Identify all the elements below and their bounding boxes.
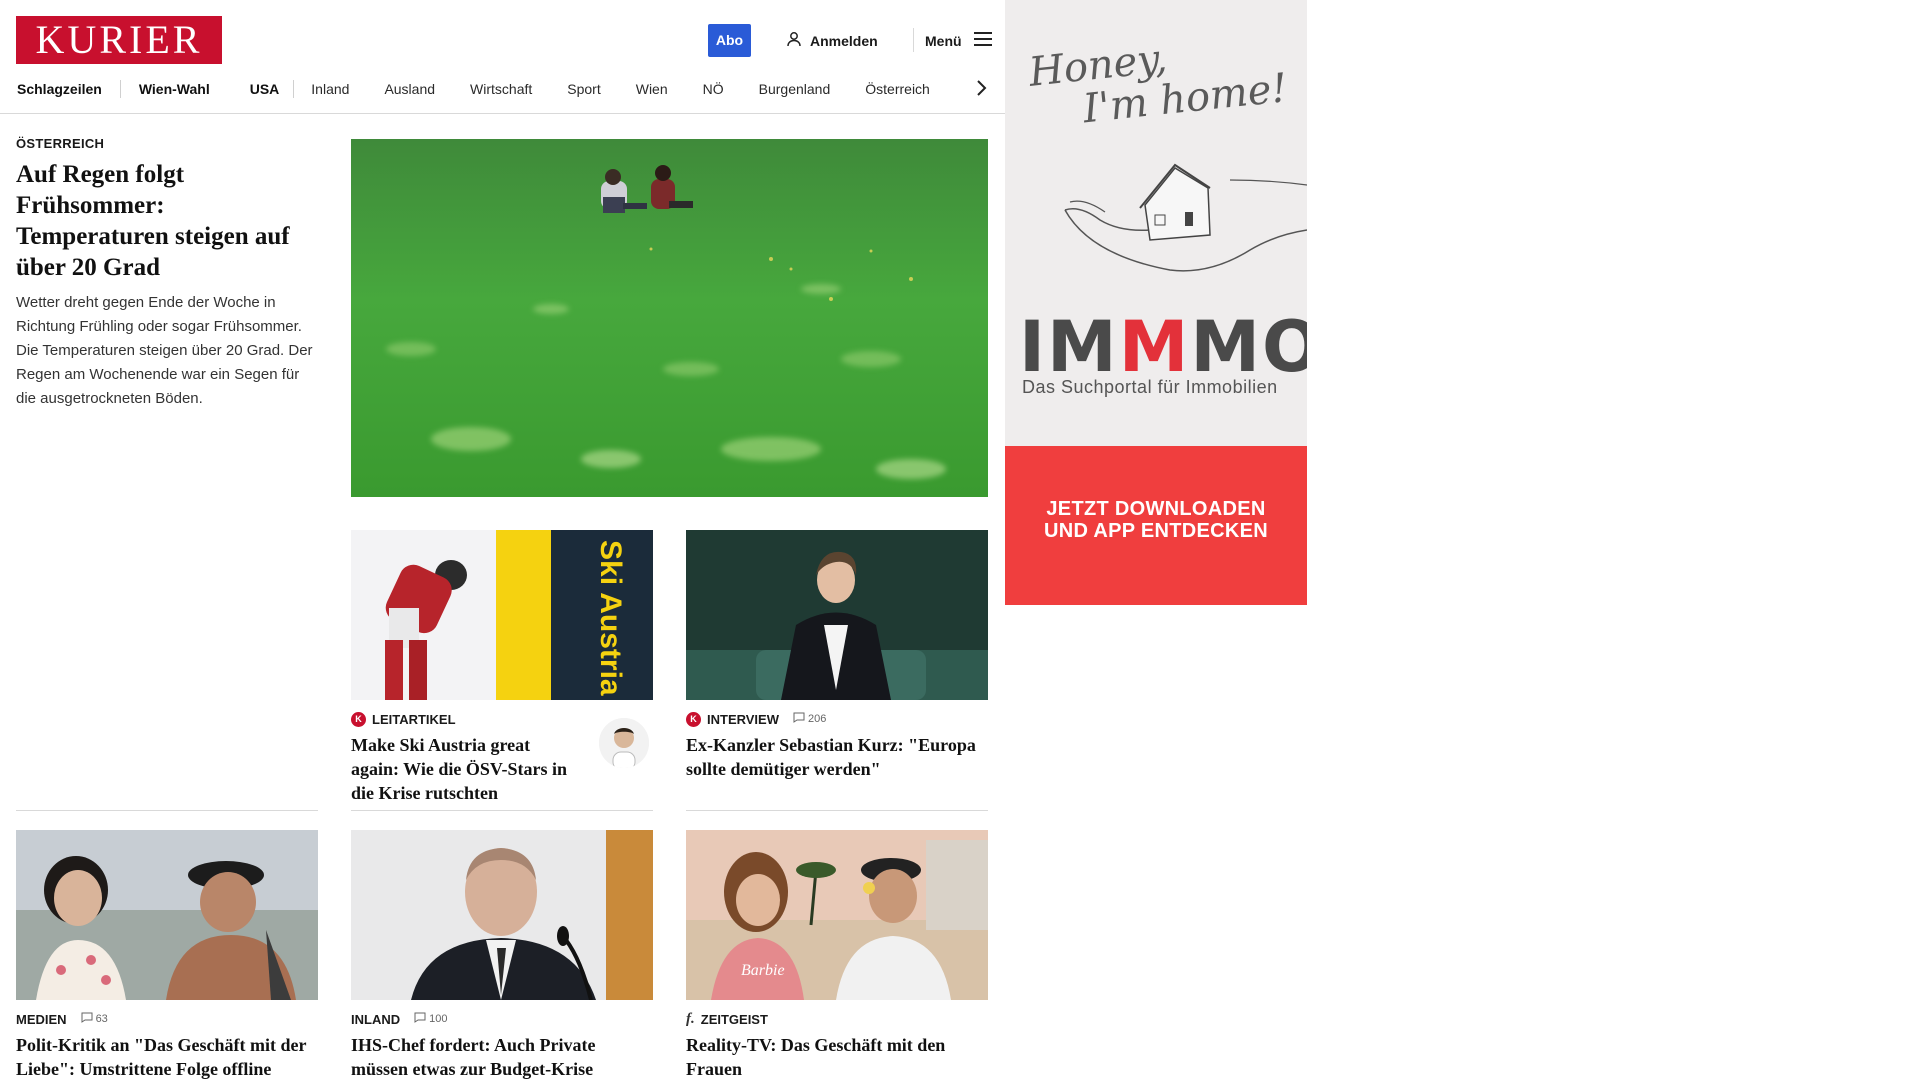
- comment-count-kurz[interactable]: 206: [793, 712, 826, 726]
- article-title-kurz[interactable]: Ex-Kanzler Sebastian Kurz: "Europa sollt…: [686, 733, 988, 781]
- nav-item-oesterreich[interactable]: Österreich: [865, 81, 930, 97]
- article-card-ski[interactable]: Ski Austria K LEITARTIKEL Make Ski Austr…: [351, 530, 653, 805]
- ad-tagline: Das Suchportal für Immobilien: [1022, 377, 1278, 397]
- ski-austria-banner-text: Ski Austria: [594, 540, 627, 696]
- nav-item-inland[interactable]: Inland: [311, 81, 349, 97]
- ad-cta-line2: UND APP ENTDECKEN: [1043, 520, 1269, 542]
- menu-button[interactable]: Menü: [925, 24, 992, 57]
- article-image-medien[interactable]: [16, 830, 318, 1000]
- lead-image[interactable]: [351, 139, 988, 497]
- article-card-ihs[interactable]: INLAND 100 IHS-Chef fordert: Auch Privat…: [351, 830, 653, 1080]
- row-divider: [351, 810, 653, 811]
- lead-article[interactable]: ÖSTERREICH Auf Regen folgt Frühsommer: T…: [16, 136, 320, 411]
- ad-download-cta[interactable]: JETZT DOWNLOADEN UND APP ENTDECKEN: [1005, 498, 1307, 542]
- article-kicker-medien: MEDIEN: [16, 1011, 67, 1027]
- ad-cta-panel[interactable]: JETZT DOWNLOADEN UND APP ENTDECKEN: [1005, 446, 1307, 605]
- nav-item-sport[interactable]: Sport: [567, 81, 600, 97]
- logo-part-accent: M: [1118, 306, 1191, 388]
- logo-part-1: IM: [1019, 306, 1119, 388]
- lead-kicker: ÖSTERREICH: [16, 136, 105, 151]
- comment-count-value: 63: [95, 1013, 108, 1025]
- lead-headline[interactable]: Auf Regen folgt Frühsommer: Temperaturen…: [16, 159, 320, 283]
- immmo-logo: IMMMO: [1019, 307, 1307, 387]
- nav-item-wien[interactable]: Wien: [636, 81, 668, 97]
- article-meta-medien: MEDIEN 63: [16, 1010, 318, 1028]
- hamburger-icon: [973, 32, 992, 49]
- article-title-reality[interactable]: Reality-TV: Das Geschäft mit den Frauen: [686, 1033, 988, 1080]
- article-meta-reality: f. ZEITGEIST: [686, 1010, 988, 1028]
- ad-upper-panel: Honey, I'm home! IMMMO Das Suchportal fü…: [1005, 0, 1307, 446]
- comment-count-value: 206: [808, 713, 827, 725]
- nav-divider: [293, 80, 295, 98]
- article-image-ski[interactable]: Ski Austria: [351, 530, 653, 700]
- site-header: KURIER Abo Anmelden Menü Schlagzeilen Wi…: [0, 0, 1006, 114]
- ad-script-slogan: Honey, I'm home!: [1027, 25, 1290, 135]
- comment-count-value: 100: [429, 1013, 448, 1025]
- article-image-kurz[interactable]: [686, 530, 988, 700]
- user-icon: [786, 31, 802, 50]
- immmo-advertisement[interactable]: Honey, I'm home! IMMMO Das Suchportal fü…: [1005, 0, 1307, 605]
- main-nav: Schlagzeilen Wien-Wahl USA Inland Auslan…: [17, 74, 1006, 104]
- row-divider: [686, 810, 988, 811]
- article-card-kurz[interactable]: K INTERVIEW 206 Ex-Kanzler Sebastian Kur…: [686, 530, 988, 781]
- login-button[interactable]: Anmelden: [786, 24, 878, 57]
- hand-house-illustration: [1064, 163, 1307, 272]
- abo-button[interactable]: Abo: [708, 24, 751, 57]
- article-card-medien[interactable]: MEDIEN 63 Polit-Kritik an "Das Geschäft …: [16, 830, 318, 1080]
- nav-item-usa[interactable]: USA: [250, 81, 280, 97]
- article-meta-kurz: K INTERVIEW 206: [686, 710, 988, 728]
- article-kicker-reality: ZEITGEIST: [700, 1011, 768, 1027]
- kurier-site: KURIER Abo Anmelden Menü Schlagzeilen Wi…: [0, 0, 1006, 1080]
- kurier-k-badge: K: [351, 711, 366, 727]
- comment-icon: [414, 1012, 426, 1026]
- article-kicker-ski: LEITARTIKEL: [372, 711, 456, 727]
- author-avatar: [599, 718, 649, 768]
- nav-divider: [119, 80, 121, 98]
- login-label: Anmelden: [810, 32, 878, 49]
- article-image-reality[interactable]: Barbie: [686, 830, 988, 1000]
- article-title-medien[interactable]: Polit-Kritik an "Das Geschäft mit der Li…: [16, 1033, 318, 1080]
- nav-item-wien-wahl[interactable]: Wien-Wahl: [139, 81, 210, 97]
- nav-item-ausland[interactable]: Ausland: [384, 81, 435, 97]
- kurier-logo[interactable]: KURIER: [16, 16, 222, 64]
- article-kicker-ihs: INLAND: [351, 1011, 401, 1027]
- article-image-ihs[interactable]: [351, 830, 653, 1000]
- nav-item-noe[interactable]: NÖ: [703, 81, 724, 97]
- comment-icon: [81, 1012, 93, 1026]
- row-divider: [16, 810, 318, 811]
- comment-count-medien[interactable]: 63: [81, 1012, 108, 1026]
- ad-cta-line1: JETZT DOWNLOADEN: [1046, 498, 1266, 520]
- article-title-ski[interactable]: Make Ski Austria great again: Wie die ÖS…: [351, 733, 581, 805]
- nav-item-burgenland[interactable]: Burgenland: [759, 81, 831, 97]
- article-meta-ihs: INLAND 100: [351, 1010, 653, 1028]
- comment-count-ihs[interactable]: 100: [414, 1012, 447, 1026]
- comment-icon: [793, 712, 805, 726]
- nav-item-wirtschaft[interactable]: Wirtschaft: [470, 81, 532, 97]
- article-title-ihs[interactable]: IHS-Chef fordert: Auch Private müssen et…: [351, 1033, 653, 1080]
- kurier-k-badge: K: [686, 711, 701, 727]
- barbie-shirt-text: Barbie: [741, 962, 785, 979]
- chevron-right-icon[interactable]: [975, 78, 987, 101]
- menu-label: Menü: [925, 32, 962, 49]
- nav-item-schlagzeilen[interactable]: Schlagzeilen: [17, 81, 102, 97]
- header-divider: [913, 28, 914, 52]
- article-card-reality[interactable]: Barbie f. ZEITGEIST Reality-TV: Das Gesc…: [686, 830, 988, 1080]
- logo-part-2: MO: [1190, 306, 1307, 388]
- lead-teaser: Wetter dreht gegen Ende der Woche in Ric…: [16, 294, 313, 407]
- article-kicker-kurz: INTERVIEW: [707, 711, 779, 727]
- zeitgeist-badge: f.: [686, 1010, 695, 1027]
